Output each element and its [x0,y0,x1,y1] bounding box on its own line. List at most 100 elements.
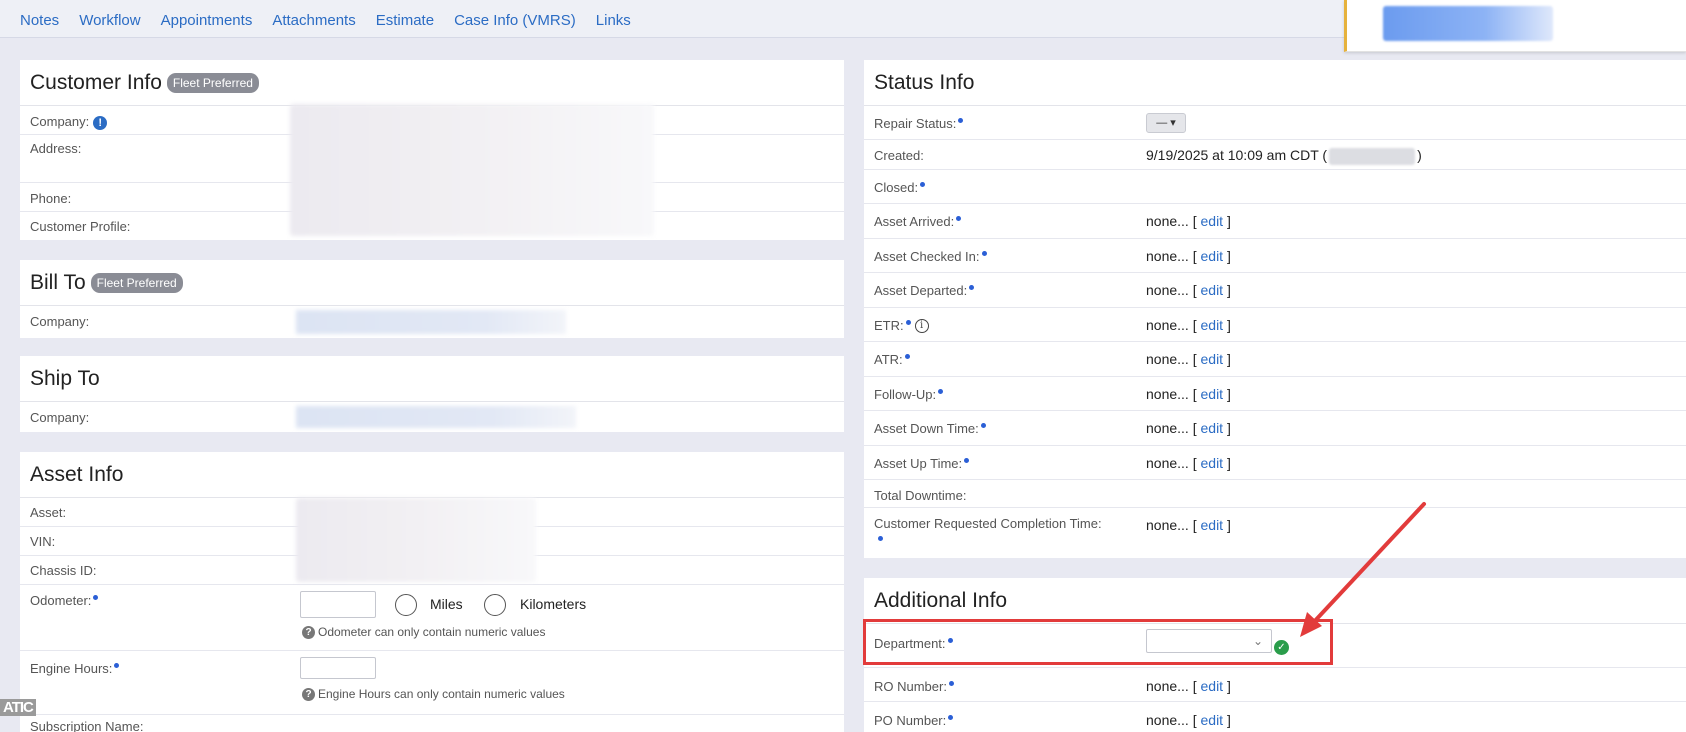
customer-profile-label: Customer Profile: [30,219,131,234]
po-number-label: PO Number: [874,713,947,728]
engine-hours-help-text: Engine Hours can only contain numeric va… [318,687,565,701]
repair-status-dropdown[interactable]: — ▾ [1146,113,1186,133]
tab-list: Notes Workflow Appointments Attachments … [20,12,651,29]
ro-number-row: RO Number: none... [ edit ] [864,668,1686,702]
edit-link[interactable]: edit [1201,420,1224,436]
status-none: none... [1146,385,1189,402]
created-label: Created: [874,148,924,163]
ship-to-company-label: Company: [30,410,90,425]
required-dot [938,388,944,394]
required-dot [904,354,910,359]
engine-hours-input[interactable] [300,657,376,679]
required-dot [980,423,986,428]
required-dot [981,250,987,256]
created-value: 9/19/2025 at 10:09 am CDT ( [1146,147,1328,163]
status-none: none... [1146,247,1189,264]
status-row: Asset Arrived: none... [ edit ] [864,204,1686,239]
status-date-rows: Asset Arrived: none... [ edit ] Asset Chec… [864,204,1686,480]
redacted-user [1329,147,1416,165]
tab-workflow[interactable]: Workflow [79,12,140,29]
bill-to-panel: Bill To Fleet Preferred Company: [20,260,844,338]
repair-status-label: Repair Status: [874,116,957,131]
tab-links[interactable]: Links [596,12,631,29]
ship-to-header: Ship To [20,356,844,402]
miles-radio[interactable] [395,594,417,616]
odometer-row: Odometer: Miles Kilometers ? Odometer can… [20,585,844,651]
bill-to-header: Bill To Fleet Preferred [20,260,844,306]
required-dot [948,715,954,720]
status-row: Follow-Up: none... [ edit ] [864,377,1686,411]
miles-label: Miles [430,596,463,612]
kilometers-radio[interactable] [484,594,506,616]
status-row-label: Follow-Up: [874,386,937,402]
status-row-label: Asset Departed: [874,283,968,298]
edit-link[interactable]: edit [1201,455,1224,471]
created-close: ) [1417,147,1422,163]
edit-link[interactable]: edit [1201,282,1224,298]
additional-info-header: Additional Info [864,578,1686,624]
status-row-label: ETR: [874,317,904,333]
redacted-content [1383,6,1553,41]
edit-link[interactable]: edit [1201,386,1224,402]
tab-attachments[interactable]: Attachments [272,12,355,29]
vin-label: VIN: [30,534,56,549]
notification-popup[interactable] [1344,0,1686,52]
po-number-row: PO Number: none... [ edit ] [874,712,1231,728]
tab-case-info[interactable]: Case Info (VMRS) [454,12,576,29]
help-icon: ? [302,626,315,640]
required-dot [93,595,99,600]
crct-none: none... [1146,517,1189,533]
tab-appointments[interactable]: Appointments [161,12,253,29]
status-row-label: Asset Checked In: [874,248,980,264]
redacted-bill-to-company [296,310,566,334]
status-none: none... [1146,282,1189,298]
ro-number-label: RO Number: [874,679,947,694]
subscription-row: Subscription Name: [20,715,844,732]
odometer-label: Odometer: [30,593,92,608]
side-tag: ATIC [0,699,36,716]
created-row: Created: 9/19/2025 at 10:09 am CDT () [864,140,1686,170]
status-info-title: Status Info [874,70,975,94]
required-dot [114,663,120,668]
tab-notes[interactable]: Notes [20,12,59,29]
info-icon[interactable]: ! [93,115,108,130]
repair-status-row: Repair Status: [864,106,1686,140]
tab-estimate[interactable]: Estimate [376,12,434,29]
odometer-input[interactable] [300,591,376,618]
ro-edit-link[interactable]: edit [1201,678,1224,694]
required-dot [958,118,964,123]
required-dot [905,319,911,325]
customer-info-panel: Customer Info Fleet Preferred Company:! … [20,60,844,240]
asset-info-panel: Asset Info Asset: VIN: Chassis ID: Odome… [20,452,844,732]
edit-link[interactable]: edit [1201,317,1224,333]
closed-label: Closed: [874,180,919,195]
status-none: none... [1146,213,1189,229]
bill-to-company-label: Company: [30,314,90,329]
required-dot [920,182,926,187]
total-downtime-label: Total Downtime: [874,488,967,503]
status-row: Asset Up Time: none... [ edit ] [864,446,1686,480]
status-none: none... [1146,351,1189,367]
edit-link[interactable]: edit [1201,213,1224,229]
ship-to-title: Ship To [30,366,100,390]
required-dot [878,536,883,541]
po-edit-link[interactable]: edit [1201,712,1224,728]
customer-info-title: Customer Info [30,70,162,94]
engine-hours-label: Engine Hours: [30,661,113,676]
edit-link[interactable]: edit [1201,248,1224,264]
status-row: Asset Departed: none... [ edit ] [864,273,1686,308]
info-icon[interactable]: i [914,319,929,334]
status-row: Asset Down Time: none... [ edit ] [864,411,1686,446]
asset-info-title: Asset Info [30,462,124,486]
status-row-label: Asset Up Time: [874,455,963,471]
bill-to-title: Bill To [30,270,86,294]
asset-info-header: Asset Info [20,452,844,498]
company-label: Company: [30,114,90,129]
asset-label: Asset: [30,505,67,520]
status-row: ETR: i none... [ edit ] [864,308,1686,342]
subscription-name-label: Subscription Name: [30,719,144,732]
address-label: Address: [30,141,82,156]
po-none: none... [1146,712,1189,728]
crct-edit-link[interactable]: edit [1201,517,1224,533]
edit-link[interactable]: edit [1201,351,1224,367]
